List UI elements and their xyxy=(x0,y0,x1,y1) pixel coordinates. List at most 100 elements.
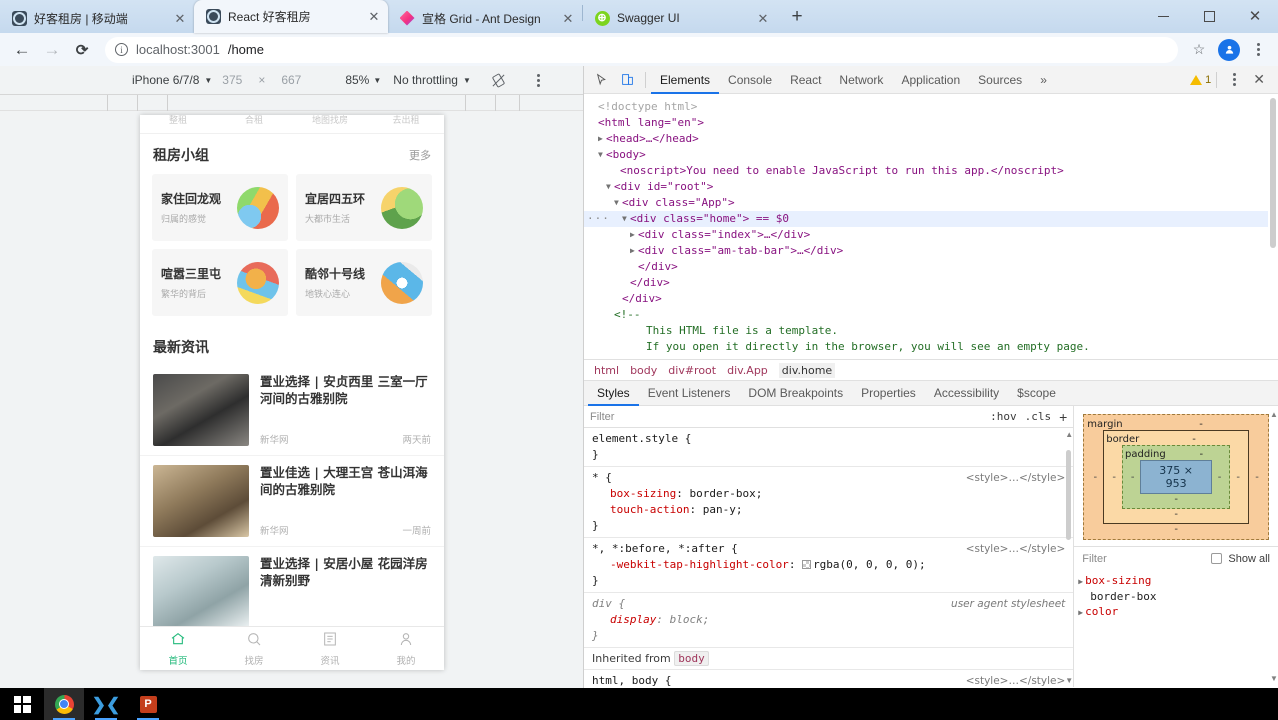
bookmark-star-icon[interactable]: ☆ xyxy=(1186,37,1212,63)
maximize-icon[interactable] xyxy=(1186,0,1232,32)
viewport-height-input[interactable]: 667 xyxy=(271,73,311,87)
devtools-menu-icon[interactable] xyxy=(1222,67,1246,93)
css-property-value[interactable]: pan-y; xyxy=(703,503,743,516)
tab-accessibility[interactable]: Accessibility xyxy=(925,380,1008,406)
close-icon[interactable]: ✕ xyxy=(172,10,188,26)
css-property-name[interactable]: box-sizing xyxy=(610,487,676,500)
breadcrumb-html[interactable]: html xyxy=(594,364,619,377)
breadcrumb-app[interactable]: div.App xyxy=(727,364,768,377)
dom-line[interactable]: <html lang="en"> xyxy=(584,115,1278,131)
box-model-border-left[interactable]: - xyxy=(1106,472,1122,483)
close-icon[interactable]: ✕ xyxy=(366,9,382,25)
dom-line[interactable]: <!doctype html> xyxy=(584,99,1278,115)
box-model-padding-left[interactable]: - xyxy=(1125,472,1140,483)
profile-avatar[interactable] xyxy=(1218,38,1240,61)
powerpoint-taskbar-button[interactable]: P xyxy=(128,688,168,720)
nav-category-0[interactable]: 整租 xyxy=(140,115,216,126)
dom-scrollbar[interactable] xyxy=(1268,94,1278,359)
styles-filter-input[interactable]: Filter xyxy=(590,411,982,423)
nav-category-3[interactable]: 去出租 xyxy=(368,115,444,126)
tab-sources[interactable]: Sources xyxy=(969,66,1031,94)
dom-line[interactable]: This HTML file is a template. xyxy=(584,323,1278,339)
box-model-margin-top[interactable]: - xyxy=(1183,419,1219,430)
group-card[interactable]: 喧嚣三里屯 繁华的背后 xyxy=(152,249,288,316)
computed-scrollbar[interactable]: ▲ ▼ xyxy=(1269,410,1278,683)
rotate-icon[interactable] xyxy=(491,72,507,88)
dom-line[interactable]: </div> xyxy=(584,259,1278,275)
css-rule-element-style[interactable]: element.style { } xyxy=(584,428,1074,467)
dom-line[interactable]: <!-- xyxy=(584,307,1278,323)
dom-line[interactable]: <noscript>You need to enable JavaScript … xyxy=(584,163,1278,179)
warning-badge[interactable]: 1 xyxy=(1190,74,1211,86)
device-selector[interactable]: iPhone 6/7/8 ▼ xyxy=(132,73,212,87)
vscode-taskbar-button[interactable]: ❯❮ xyxy=(86,688,126,720)
close-icon[interactable]: ✕ xyxy=(560,10,576,26)
box-model-margin-bottom[interactable]: - xyxy=(1087,524,1265,536)
browser-tab-1[interactable]: React 好客租房 ✕ xyxy=(194,0,388,33)
list-item[interactable]: 置业选择 | 安贞西里 三室一厅 河间的古雅别院 新华网 两天前 xyxy=(140,365,444,456)
styles-scrollbar[interactable]: ▲ ▼ xyxy=(1064,428,1073,687)
dom-line[interactable]: ▼ <div class="App"> xyxy=(584,195,1278,211)
box-model-diagram[interactable]: margin - - border - - padding - - 375 × … xyxy=(1083,414,1269,540)
computed-property[interactable]: ▶ color xyxy=(1078,604,1278,620)
box-model-border-top[interactable]: - xyxy=(1176,434,1212,445)
cls-toggle[interactable]: .cls xyxy=(1025,410,1052,423)
zoom-selector[interactable]: 85% ▼ xyxy=(345,73,381,87)
tab-application[interactable]: Application xyxy=(892,66,969,94)
dom-line[interactable]: ▼ <div id="root"> xyxy=(584,179,1278,195)
box-model-margin-left[interactable]: - xyxy=(1087,472,1103,483)
devtools-close-icon[interactable]: ✕ xyxy=(1246,71,1272,88)
dom-line[interactable]: </div> xyxy=(584,275,1278,291)
computed-filter-input[interactable]: Filter xyxy=(1082,553,1205,565)
css-rule-user-agent[interactable]: user agent stylesheet div { display: blo… xyxy=(584,593,1074,648)
box-model-margin-right[interactable]: - xyxy=(1249,472,1265,483)
back-icon[interactable]: ← xyxy=(8,36,36,64)
dom-line[interactable]: ▼ <body> xyxy=(584,147,1278,163)
list-item[interactable]: 置业佳选 | 大理王宫 苍山洱海 间的古雅别院 新华网 一周前 xyxy=(140,456,444,547)
css-rule-html-body[interactable]: <style>…</style> html, body { xyxy=(584,670,1073,687)
tab-scope[interactable]: $scope xyxy=(1008,380,1065,406)
tab-react[interactable]: React xyxy=(781,66,830,94)
tab-news[interactable]: 资讯 xyxy=(292,631,368,667)
browser-tab-3[interactable]: ⊕ Swagger UI ✕ xyxy=(583,3,777,33)
tab-home[interactable]: 首页 xyxy=(140,631,216,667)
new-style-rule-button[interactable]: + xyxy=(1059,409,1067,425)
hov-toggle[interactable]: :hov xyxy=(990,410,1017,423)
more-tabs-icon[interactable]: » xyxy=(1031,66,1056,94)
group-card[interactable]: 宜居四五环 大都市生活 xyxy=(296,174,432,241)
box-model-border-bottom[interactable]: - xyxy=(1106,509,1246,521)
tab-properties[interactable]: Properties xyxy=(852,380,925,406)
tab-console[interactable]: Console xyxy=(719,66,781,94)
browser-tab-0[interactable]: 好客租房 | 移动端 ✕ xyxy=(0,3,194,33)
css-property-value[interactable]: border-box; xyxy=(689,487,762,500)
tab-network[interactable]: Network xyxy=(830,66,892,94)
tab-event-listeners[interactable]: Event Listeners xyxy=(639,380,740,406)
browser-menu-icon[interactable] xyxy=(1246,37,1270,63)
dom-line[interactable]: ▶ <div class="am-tab-bar">…</div> xyxy=(584,243,1278,259)
list-item[interactable]: 置业选择 | 安居小屋 花园洋房 清新别野 xyxy=(140,547,444,638)
dom-line[interactable]: </div> xyxy=(584,291,1278,307)
breadcrumb-home[interactable]: div.home xyxy=(778,362,836,378)
group-card[interactable]: 酷邻十号线 地铁心连心 xyxy=(296,249,432,316)
dom-line[interactable]: If you open it directly in the browser, … xyxy=(584,339,1278,355)
box-model-content-size[interactable]: 375 × 953 xyxy=(1140,460,1212,494)
close-icon[interactable]: ✕ xyxy=(755,10,771,26)
css-property-value[interactable]: block; xyxy=(670,613,710,626)
box-model-border-right[interactable]: - xyxy=(1230,472,1246,483)
close-window-icon[interactable]: ✕ xyxy=(1232,0,1278,32)
dom-line[interactable]: ▶ <div class="index">…</div> xyxy=(584,227,1278,243)
throttling-selector[interactable]: No throttling ▼ xyxy=(393,73,471,87)
chrome-taskbar-button[interactable] xyxy=(44,688,84,720)
dom-line[interactable]: ▶ <head>…</head> xyxy=(584,131,1278,147)
dom-line-selected[interactable]: ··· ▼ <div class="home"> == $0 xyxy=(584,211,1278,227)
reload-icon[interactable]: ⟳ xyxy=(68,36,96,64)
forward-icon[interactable]: → xyxy=(38,36,66,64)
css-property-name[interactable]: -webkit-tap-highlight-color xyxy=(610,558,789,571)
address-bar[interactable]: i localhost:3001/home xyxy=(105,36,1178,63)
css-property-name[interactable]: display xyxy=(610,613,656,626)
viewport-width-input[interactable]: 375 xyxy=(212,73,252,87)
tab-profile[interactable]: 我的 xyxy=(368,631,444,667)
group-card[interactable]: 家住回龙观 归属的感觉 xyxy=(152,174,288,241)
inspect-element-icon[interactable] xyxy=(588,67,614,93)
css-property-value[interactable]: rgba(0, 0, 0, 0); xyxy=(813,558,926,571)
